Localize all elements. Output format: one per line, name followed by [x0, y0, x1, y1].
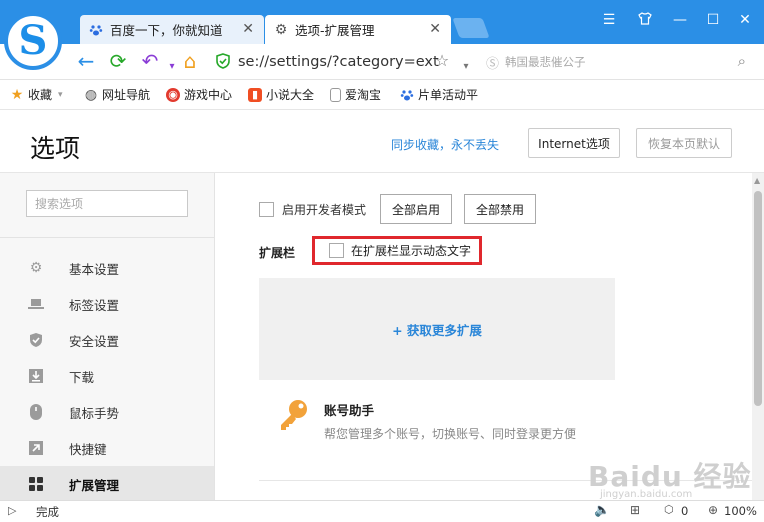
shield-icon	[28, 332, 44, 348]
enable-all-button[interactable]: 全部启用	[380, 194, 452, 224]
watermark-url: jingyan.baidu.com	[600, 489, 693, 500]
extension-description: 帮您管理多个账号，切换账号、同时登录更方便	[324, 427, 577, 441]
sidebar-item-mouse[interactable]: 鼠标手势	[0, 394, 214, 430]
tab-label: 选项-扩展管理	[295, 23, 375, 38]
divider	[0, 237, 214, 238]
tab-options[interactable]: ⚙ 选项-扩展管理 ✕	[265, 15, 451, 44]
new-tab-button[interactable]	[452, 18, 490, 38]
sogou-search-icon: Ⓢ	[486, 56, 500, 72]
restore-default-button[interactable]: 恢复本页默认	[636, 128, 732, 158]
book-icon: ▮	[248, 87, 262, 102]
sidebar-search-input[interactable]: 搜索选项	[26, 190, 188, 217]
extbar-label: 扩展栏	[259, 246, 296, 260]
minimize-icon[interactable]: —	[669, 12, 691, 28]
paw-icon	[400, 88, 414, 102]
bookmark-taobao[interactable]: 爱淘宝	[330, 86, 381, 103]
bookmark-favorites[interactable]: ★ 收藏 ▾	[10, 86, 63, 103]
dev-mode-checkbox[interactable]	[259, 202, 274, 217]
undo-icon[interactable]: ↶	[138, 50, 162, 72]
star-icon: ★	[10, 86, 24, 103]
scroll-thumb[interactable]	[754, 191, 762, 406]
dev-mode-option[interactable]: 启用开发者模式	[259, 201, 366, 218]
sidebar-item-tabs[interactable]: 标签设置	[0, 286, 214, 322]
grid-icon	[28, 476, 44, 492]
zoom-icon[interactable]: ⊕	[708, 503, 718, 517]
refresh-icon[interactable]: ⟳	[106, 50, 130, 72]
download-icon	[28, 368, 44, 384]
sidebar-item-download[interactable]: 下载	[0, 358, 214, 394]
sidebar-item-security[interactable]: 安全设置	[0, 322, 214, 358]
star-icon[interactable]: ☆	[430, 50, 454, 72]
scroll-up-icon[interactable]: ▲	[754, 176, 760, 185]
gear-icon: ⚙	[29, 260, 43, 276]
extension-name: 账号助手	[324, 403, 375, 418]
download-icon[interactable]: ⊞	[630, 503, 640, 517]
close-icon[interactable]: ✕	[242, 21, 254, 37]
page-icon	[330, 87, 341, 102]
bookmark-event[interactable]: 片单活动平	[400, 86, 478, 103]
bookmark-nav[interactable]: ◍ 网址导航	[84, 86, 150, 103]
show-text-option[interactable]: 在扩展栏显示动态文字	[312, 236, 482, 265]
bookmark-games[interactable]: ◉ 游戏中心	[166, 86, 232, 103]
sidebar-item-shortcut[interactable]: 快捷键	[0, 430, 214, 466]
gear-icon: ⚙	[274, 21, 288, 38]
key-icon	[276, 397, 312, 436]
zoom-level[interactable]: 100%	[724, 504, 757, 518]
bookmarks-bar: ★ 收藏 ▾ ◍ 网址导航 ◉ 游戏中心 ▮ 小说大全 爱淘宝 片单活动平	[0, 80, 764, 110]
internet-options-button[interactable]: Internet选项	[528, 128, 620, 158]
game-icon: ◉	[166, 87, 180, 102]
disable-all-button[interactable]: 全部禁用	[464, 194, 536, 224]
back-icon[interactable]: ←	[74, 50, 98, 72]
status-bar: ▷ 完成 🔈 ⊞ ⬡ 0 ⊕ 100%	[0, 500, 764, 522]
navigation-bar: ← ⟳ ↶ ▾ ⌂ se://settings/?category=ext ☆ …	[0, 44, 764, 80]
bookmark-novels[interactable]: ▮ 小说大全	[248, 86, 314, 103]
url-text[interactable]: se://settings/?category=ext	[238, 54, 439, 70]
home-icon[interactable]: ⌂	[178, 50, 202, 72]
search-placeholder: 韩国最悲催公子	[505, 55, 586, 69]
status-text: 完成	[36, 505, 59, 519]
adblock-count: 0	[681, 504, 689, 518]
mouse-icon	[28, 404, 44, 420]
close-window-icon[interactable]: ✕	[734, 12, 756, 28]
search-icon[interactable]: ⌕	[738, 52, 746, 70]
close-icon[interactable]: ✕	[429, 21, 441, 37]
sidebar: 搜索选项 ⚙ 基本设置 标签设置 安全设置 下载 鼠标手势 快捷键 扩展管理	[0, 173, 215, 502]
laptop-icon	[28, 296, 44, 312]
sidebar-toggle-icon[interactable]: ▷	[8, 504, 16, 517]
chevron-down-icon: ▾	[58, 89, 63, 100]
chevron-down-icon[interactable]: ▾	[454, 56, 478, 78]
browser-logo[interactable]: S	[4, 12, 62, 70]
page-title: 选项	[30, 134, 81, 163]
skin-icon[interactable]	[634, 12, 656, 29]
menu-icon[interactable]: ☰	[598, 12, 620, 28]
sync-link[interactable]: 同步收藏，永不丢失	[391, 136, 499, 153]
tab-baidu[interactable]: 百度一下，你就知道 ✕	[80, 15, 264, 44]
globe-icon: ◍	[84, 86, 98, 103]
maximize-icon[interactable]: ☐	[702, 12, 724, 28]
sidebar-item-basic[interactable]: ⚙ 基本设置	[0, 250, 214, 286]
scrollbar[interactable]: ▲	[752, 173, 764, 500]
get-more-extensions[interactable]: + 获取更多扩展	[259, 278, 615, 380]
main-content: 启用开发者模式 全部启用 全部禁用 扩展栏 在扩展栏显示动态文字 + 获取更多扩…	[216, 173, 752, 500]
show-text-checkbox[interactable]	[329, 243, 344, 258]
paw-icon	[88, 22, 104, 38]
search-input[interactable]: Ⓢ 韩国最悲催公子 ⌕	[486, 49, 756, 75]
shield-icon	[216, 52, 230, 72]
title-bar: 百度一下，你就知道 ✕ ⚙ 选项-扩展管理 ✕ ☰ — ☐ ✕	[0, 0, 764, 44]
tab-label: 百度一下，你就知道	[110, 23, 223, 38]
sidebar-item-extensions[interactable]: 扩展管理	[0, 466, 214, 502]
adblock-icon[interactable]: ⬡	[664, 503, 674, 516]
page-header: 选项 同步收藏，永不丢失 Internet选项 恢复本页默认	[0, 111, 764, 173]
speaker-icon[interactable]: 🔈	[594, 503, 610, 518]
shortcut-icon	[28, 440, 44, 456]
